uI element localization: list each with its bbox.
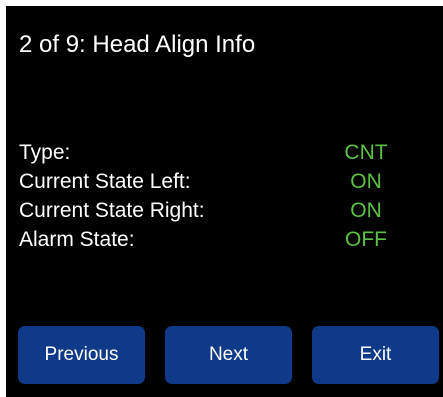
page-title: 2 of 9: Head Align Info	[19, 31, 256, 58]
alarm-state-label: Alarm State:	[19, 228, 135, 251]
type-label: Type:	[19, 141, 71, 164]
current-state-left-label: Current State Left:	[19, 170, 191, 193]
previous-button[interactable]: Previous	[18, 326, 145, 384]
exit-button[interactable]: Exit	[312, 326, 439, 384]
display-screen: 2 of 9: Head Align Info Type: CNT Curren…	[6, 6, 443, 397]
info-row-current-state-left: Current State Left: ON	[6, 168, 443, 195]
current-state-right-value: ON	[350, 199, 382, 222]
info-row-current-state-right: Current State Right: ON	[6, 197, 443, 224]
current-state-left-value: ON	[350, 170, 382, 193]
alarm-state-value: OFF	[345, 228, 387, 251]
info-row-type: Type: CNT	[6, 139, 443, 166]
type-value: CNT	[344, 141, 388, 164]
current-state-right-label: Current State Right:	[19, 199, 205, 222]
next-button[interactable]: Next	[165, 326, 292, 384]
info-row-alarm-state: Alarm State: OFF	[6, 226, 443, 253]
